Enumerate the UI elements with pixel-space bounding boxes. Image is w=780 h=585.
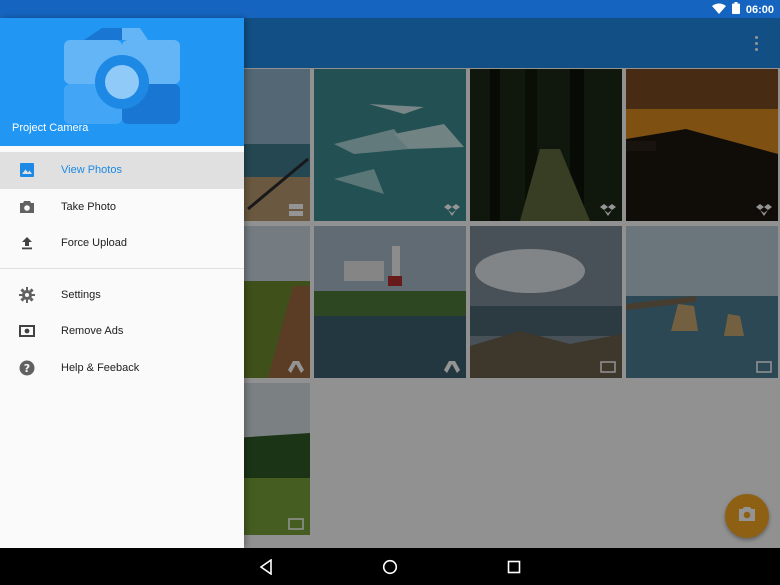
upload-icon: [19, 235, 35, 251]
drawer-item-view-photos[interactable]: View Photos: [0, 152, 244, 189]
settings-icon: [19, 286, 35, 303]
drawer-app-title: Project Camera: [12, 122, 89, 134]
status-time: 06:00: [745, 3, 774, 16]
drawer-header: Project Camera: [0, 18, 244, 146]
drawer-item-settings[interactable]: Settings: [0, 277, 244, 314]
status-icons: 06:00: [711, 2, 774, 17]
status-bar: 06:00: [0, 0, 780, 18]
home-icon[interactable]: [381, 558, 399, 576]
drawer-item-remove-ads[interactable]: Remove Ads: [0, 313, 244, 350]
money-icon: [19, 323, 35, 339]
battery-icon: [731, 2, 740, 17]
drawer-item-label: Remove Ads: [61, 325, 124, 338]
drawer-item-label: Force Upload: [61, 237, 128, 250]
drawer-item-label: Help & Feeback: [61, 361, 140, 374]
image-icon: [19, 162, 35, 178]
back-icon[interactable]: [257, 558, 275, 576]
drawer-item-force-upload[interactable]: Force Upload: [0, 225, 244, 262]
drawer-item-label: View Photos: [61, 164, 122, 177]
svg-text:?: ?: [24, 362, 30, 375]
screen: 06:00 Project Camera View Photos Take Ph…: [0, 0, 780, 585]
help-icon: ?: [19, 360, 35, 376]
drawer-item-label: Settings: [61, 288, 101, 301]
drawer-item-label: Take Photo: [61, 200, 117, 213]
wifi-icon: [711, 3, 726, 17]
camera-icon: [19, 199, 35, 215]
drawer-divider: [0, 267, 244, 269]
navigation-drawer: Project Camera View Photos Take Photo Fo…: [0, 18, 244, 548]
recents-icon[interactable]: [505, 558, 523, 576]
system-nav-bar: [0, 548, 780, 585]
drawer-item-take-photo[interactable]: Take Photo: [0, 189, 244, 226]
drawer-item-help-feedback[interactable]: ? Help & Feeback: [0, 350, 244, 387]
camera-logo-icon: [62, 28, 182, 133]
drawer-menu-primary: View Photos Take Photo Force Upload Sett…: [0, 146, 244, 386]
